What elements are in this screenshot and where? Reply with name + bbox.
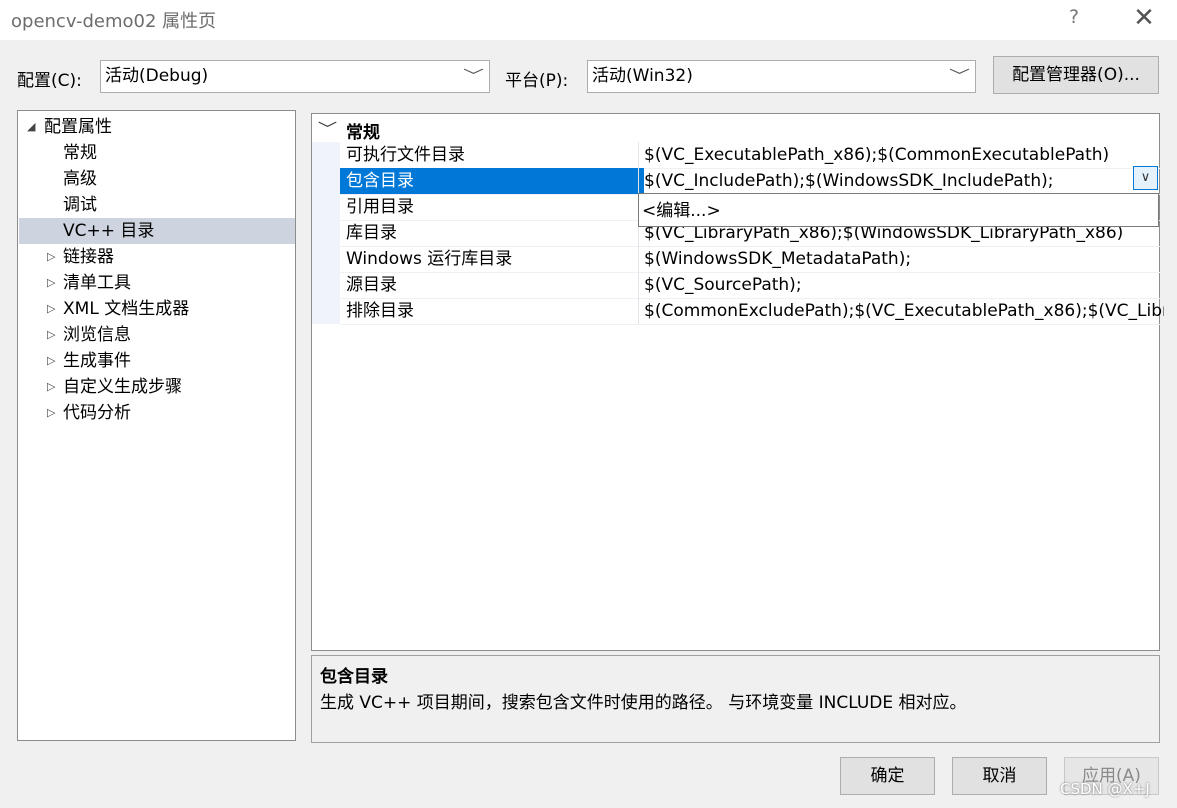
help-button[interactable]: ? — [1062, 6, 1086, 32]
property-value[interactable]: $(VC_SourcePath); — [639, 272, 1164, 299]
grid-row-selected[interactable]: 包含目录 $(VC_IncludePath);$(WindowsSDK_Incl… — [312, 168, 1164, 195]
grid-gutter — [312, 246, 340, 272]
collapsed-triangle-icon: ▷ — [47, 302, 56, 315]
collapsed-triangle-icon: ▷ — [47, 380, 56, 393]
grid-gutter — [312, 298, 340, 324]
collapsed-triangle-icon: ▷ — [47, 250, 56, 263]
collapsed-triangle-icon: ▷ — [47, 276, 56, 289]
value-dropdown-popup: <编辑...> — [638, 193, 1159, 227]
tree-item-label: VC++ 目录 — [63, 221, 155, 241]
grid-gutter — [312, 220, 340, 246]
tree-item-xml-doc-generator[interactable]: ▷ XML 文档生成器 — [19, 296, 295, 322]
grid-row[interactable]: 可执行文件目录 $(VC_ExecutablePath_x86);$(Commo… — [312, 142, 1164, 169]
tree-item-code-analysis[interactable]: ▷ 代码分析 — [19, 400, 295, 426]
value-dropdown-button[interactable]: ∨ — [1133, 166, 1158, 190]
chevron-down-icon: ﹀ — [462, 67, 485, 85]
grid-gutter — [312, 194, 340, 220]
config-label: 配置(C): — [17, 71, 82, 91]
chevron-down-icon: ∨ — [1140, 170, 1151, 185]
platform-combo-value: 活动(Win32) — [592, 66, 693, 86]
platform-combo[interactable]: 活动(Win32) ﹀ — [587, 60, 976, 93]
tree-item-advanced[interactable]: 高级 — [19, 166, 295, 192]
close-button[interactable]: ✕ — [1129, 4, 1159, 34]
property-tree: ◢ 配置属性 常规 高级 调试 VC++ 目录 ▷ 链接器 ▷ 清单工具 ▷ X… — [17, 110, 296, 741]
config-combo-value: 活动(Debug) — [105, 66, 209, 86]
collapsed-triangle-icon: ▷ — [47, 328, 56, 341]
tree-root-config-properties[interactable]: ◢ 配置属性 — [19, 114, 295, 140]
tree-item-label: 浏览信息 — [63, 325, 131, 345]
tree-item-general[interactable]: 常规 — [19, 140, 295, 166]
grid-section-header[interactable]: ﹀ 常规 — [312, 115, 1159, 143]
grid-row[interactable]: Windows 运行库目录 $(WindowsSDK_MetadataPath)… — [312, 246, 1164, 273]
grid-gutter — [312, 168, 340, 194]
description-panel: 包含目录 生成 VC++ 项目期间，搜索包含文件时使用的路径。 与环境变量 IN… — [311, 655, 1160, 743]
property-value[interactable]: $(WindowsSDK_MetadataPath); — [639, 246, 1164, 273]
grid-row[interactable]: 排除目录 $(CommonExcludePath);$(VC_Executabl… — [312, 298, 1164, 325]
tree-item-build-events[interactable]: ▷ 生成事件 — [19, 348, 295, 374]
chevron-down-icon: ﹀ — [948, 67, 971, 85]
property-name: 可执行文件目录 — [340, 142, 644, 169]
cancel-button[interactable]: 取消 — [952, 757, 1047, 795]
grid-gutter — [312, 142, 340, 168]
tree-item-label: 链接器 — [63, 247, 114, 267]
expanded-triangle-icon: ◢ — [27, 120, 36, 133]
edit-option[interactable]: <编辑...> — [642, 199, 721, 223]
tree-item-vc-directories[interactable]: VC++ 目录 — [19, 218, 295, 244]
tree-item-manifest-tool[interactable]: ▷ 清单工具 — [19, 270, 295, 296]
window-title: opencv-demo02 属性页 — [11, 11, 217, 32]
collapsed-triangle-icon: ▷ — [47, 354, 56, 367]
property-value-editor[interactable]: $(VC_IncludePath);$(WindowsSDK_IncludePa… — [639, 168, 1164, 195]
tree-item-label: XML 文档生成器 — [63, 299, 190, 319]
property-name: 库目录 — [340, 220, 644, 247]
tree-item-debugging[interactable]: 调试 — [19, 192, 295, 218]
tree-item-custom-build-step[interactable]: ▷ 自定义生成步骤 — [19, 374, 295, 400]
chevron-down-icon: ﹀ — [317, 120, 338, 138]
watermark: CSDN @X+J — [1060, 780, 1150, 798]
tree-item-label: 生成事件 — [63, 351, 131, 371]
tree-item-browse-info[interactable]: ▷ 浏览信息 — [19, 322, 295, 348]
config-combo[interactable]: 活动(Debug) ﹀ — [100, 60, 490, 93]
property-name: 源目录 — [340, 272, 644, 299]
grid-section-title: 常规 — [346, 123, 380, 143]
property-name: 引用目录 — [340, 194, 644, 221]
grid-gutter — [312, 272, 340, 298]
tree-item-label: 调试 — [63, 195, 97, 215]
tree-item-label: 清单工具 — [63, 273, 131, 293]
config-manager-button[interactable]: 配置管理器(O)... — [993, 56, 1159, 94]
title-bar: opencv-demo02 属性页 ? ✕ — [0, 0, 1177, 40]
tree-item-label: 高级 — [63, 169, 97, 189]
tree-item-linker[interactable]: ▷ 链接器 — [19, 244, 295, 270]
collapsed-triangle-icon: ▷ — [47, 406, 56, 419]
grid-row[interactable]: 源目录 $(VC_SourcePath); — [312, 272, 1164, 299]
property-name: 排除目录 — [340, 298, 644, 325]
tree-item-label: 自定义生成步骤 — [63, 377, 182, 397]
ok-button[interactable]: 确定 — [840, 757, 935, 795]
description-text: 生成 VC++ 项目期间，搜索包含文件时使用的路径。 与环境变量 INCLUDE… — [320, 693, 967, 713]
tree-root-label: 配置属性 — [44, 117, 112, 137]
platform-label: 平台(P): — [505, 71, 569, 91]
property-name: 包含目录 — [340, 168, 644, 195]
tree-item-label: 代码分析 — [63, 403, 131, 423]
property-name: Windows 运行库目录 — [340, 246, 644, 273]
property-value[interactable]: $(VC_ExecutablePath_x86);$(CommonExecuta… — [639, 142, 1164, 169]
property-value[interactable]: $(CommonExcludePath);$(VC_ExecutablePath… — [639, 298, 1164, 325]
description-title: 包含目录 — [320, 667, 388, 687]
tree-item-label: 常规 — [63, 143, 97, 163]
